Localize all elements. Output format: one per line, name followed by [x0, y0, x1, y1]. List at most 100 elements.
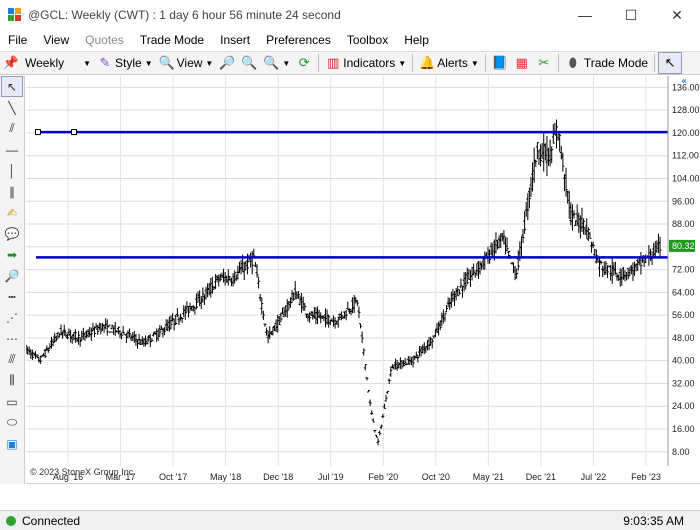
magnifier-icon[interactable]: 🔎 — [1, 265, 23, 286]
view-button[interactable]: 🔍 View ▼ — [156, 52, 217, 74]
y-tick-label: 40.00 — [672, 356, 695, 366]
x-tick-label: Dec '21 — [526, 472, 556, 482]
y-tick-label: 88.00 — [672, 219, 695, 229]
cursor-icon: ↖ — [664, 55, 676, 70]
zoom-out-button[interactable]: 🔍 — [238, 52, 260, 74]
minimize-button[interactable]: — — [562, 0, 608, 30]
x-tick-label: Jul '22 — [581, 472, 607, 482]
bell-icon: 🔔 — [419, 55, 436, 70]
notes-button[interactable]: 📘 — [489, 52, 511, 74]
cursor-button[interactable]: ↖ — [658, 52, 683, 74]
horizontal-line-icon[interactable]: — — [1, 139, 23, 160]
trade-icon: ⬮ — [568, 55, 577, 70]
pin-button[interactable]: 📌 — [0, 52, 22, 74]
rectangle-icon[interactable]: ▭ — [1, 391, 23, 412]
scroll-icon[interactable]: ▣ — [1, 433, 23, 454]
chevron-down-icon: ▼ — [205, 58, 214, 68]
pointer-icon[interactable]: ↖ — [1, 76, 23, 97]
y-tick-label: 96.00 — [672, 196, 695, 206]
window-title: @GCL: Weekly (CWT) : 1 day 6 hour 56 min… — [28, 8, 341, 22]
menu-view[interactable]: View — [35, 33, 77, 47]
zoom-icon: 🔍 — [263, 55, 280, 70]
note-icon[interactable]: ✍ — [1, 202, 23, 223]
y-tick-label: 64.00 — [672, 287, 695, 297]
scissors-icon: ✂ — [538, 55, 550, 70]
style-label: Style — [115, 56, 142, 70]
ellipse-icon[interactable]: ⬭ — [1, 412, 23, 433]
zoom-menu-button[interactable]: 🔍 ▼ — [260, 52, 293, 74]
y-tick-label: 120.00 — [672, 128, 700, 138]
line-handle — [35, 129, 41, 136]
toolbar-separator — [318, 54, 320, 72]
menu-trade-mode[interactable]: Trade Mode — [132, 33, 212, 47]
channel-icon[interactable]: ⫽ — [1, 118, 23, 139]
parallel-lines-icon[interactable]: ∥ — [1, 181, 23, 202]
interval-select[interactable]: Weekly ▼ — [22, 52, 94, 74]
notes-icon: 📘 — [491, 55, 508, 70]
copyright-label: © 2023 StoneX Group Inc. — [30, 467, 136, 477]
toolbar: 📌 Weekly ▼ ✎ Style ▼ 🔍 View ▼ 🔎 🔍 🔍 ▼ ⟳ ▥… — [0, 51, 700, 75]
arrow-icon[interactable]: ➡ — [1, 244, 23, 265]
app-logo-icon — [8, 8, 22, 22]
toolbar-separator — [412, 54, 414, 72]
menu-bar: File View Quotes Trade Mode Insert Prefe… — [0, 30, 700, 50]
y-tick-label: 32.00 — [672, 378, 695, 388]
retracement-icon[interactable]: ⋯ — [1, 328, 23, 349]
x-tick-label: May '18 — [210, 472, 241, 482]
interval-value: Weekly — [25, 56, 65, 70]
connection-indicator-icon — [6, 515, 16, 526]
indicators-button[interactable]: ▥ Indicators ▼ — [322, 52, 409, 74]
chevron-down-icon: ▼ — [144, 58, 153, 68]
fan-icon[interactable]: ⋰ — [1, 307, 23, 328]
menu-insert[interactable]: Insert — [212, 33, 258, 47]
alerts-button[interactable]: 🔔 Alerts ▼ — [416, 52, 482, 74]
view-label: View — [176, 56, 203, 70]
chevron-down-icon: ▼ — [83, 58, 91, 68]
y-tick-label: 112.00 — [672, 151, 699, 161]
maximize-button[interactable]: ☐ — [608, 0, 654, 30]
dotted-lines-icon[interactable]: ┅ — [1, 286, 23, 307]
title-bar: @GCL: Weekly (CWT) : 1 day 6 hour 56 min… — [0, 0, 700, 30]
speech-bubble-icon[interactable]: 💬 — [1, 223, 23, 244]
chart-canvas[interactable]: 136.00128.00120.00112.00104.0096.0088.00… — [24, 76, 700, 485]
x-tick-label: Oct '20 — [422, 472, 450, 482]
palette-icon: ▦ — [515, 55, 528, 70]
y-tick-label: 16.00 — [672, 424, 695, 434]
tools-button[interactable]: ✂ — [533, 52, 555, 74]
status-bar: Connected 9:03:35 AM — [0, 510, 700, 530]
connection-status: Connected — [22, 513, 81, 528]
close-button[interactable]: ✕ — [654, 0, 700, 30]
toolbar-separator — [557, 54, 559, 72]
style-icon: ✎ — [99, 55, 111, 70]
drawing-tools-panel: ↖ ╲ ⫽ — │ ∥ ✍ 💬 ➡ 🔎 ┅ ⋰ ⋯ ⫻ ⫼ ▭ ⬭ ▣ — [0, 76, 25, 484]
menu-preferences[interactable]: Preferences — [258, 33, 339, 47]
y-tick-label: 104.00 — [672, 173, 700, 183]
menu-file[interactable]: File — [0, 33, 35, 47]
indicators-icon: ▥ — [327, 55, 340, 70]
x-tick-label: May '21 — [473, 472, 504, 482]
search-icon: 🔍 — [158, 55, 175, 70]
chevron-down-icon: ▼ — [398, 58, 407, 68]
line-icon[interactable]: ╲ — [1, 97, 23, 118]
indicators-label: Indicators — [343, 56, 396, 70]
last-price-label: 80.32 — [672, 241, 695, 251]
menu-help[interactable]: Help — [396, 33, 437, 47]
alerts-label: Alerts — [437, 56, 468, 70]
refresh-button[interactable]: ⟳ — [293, 52, 315, 74]
fib-icon[interactable]: ⫼ — [1, 370, 23, 391]
chevron-down-icon: ▼ — [470, 58, 479, 68]
x-tick-label: Feb '20 — [368, 472, 398, 482]
toolbar-separator — [654, 54, 656, 72]
x-tick-label: Jul '19 — [318, 472, 344, 482]
zoom-in-button[interactable]: 🔎 — [216, 52, 238, 74]
y-tick-label: 8.00 — [672, 447, 690, 457]
gann-icon[interactable]: ⫻ — [1, 349, 23, 370]
menu-quotes[interactable]: Quotes — [77, 33, 132, 47]
x-tick-label: Dec '18 — [263, 472, 293, 482]
palette-button[interactable]: ▦ — [511, 52, 533, 74]
vertical-line-icon[interactable]: │ — [1, 160, 23, 181]
menu-toolbox[interactable]: Toolbox — [339, 33, 396, 47]
trade-mode-button[interactable]: ⬮ Trade Mode — [562, 52, 651, 74]
style-button[interactable]: ✎ Style ▼ — [94, 52, 156, 74]
price-chart[interactable]: 136.00 128.00 120.00 112.00 104.00 96.00 88.00… — [24, 76, 700, 485]
